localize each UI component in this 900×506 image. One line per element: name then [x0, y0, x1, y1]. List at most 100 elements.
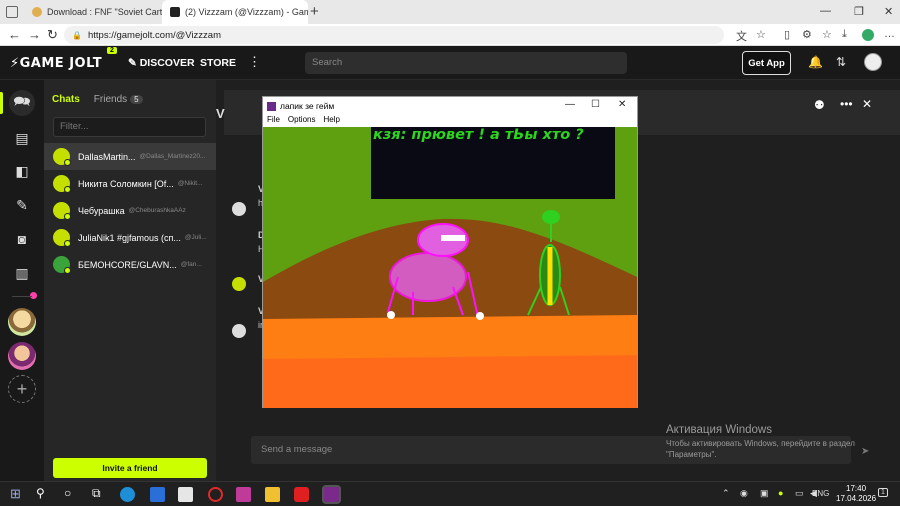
tab-actions-icon[interactable]	[6, 6, 18, 18]
notification-bell-icon[interactable]: 🔔	[808, 55, 823, 69]
community-avatar-1[interactable]	[8, 308, 36, 336]
menu-help[interactable]: Help	[323, 115, 339, 127]
chat-title-fragment: V	[216, 106, 225, 121]
url-input[interactable]: 🔒 https://gamejolt.com/@Vizzzam	[64, 26, 724, 44]
chat-list: DallasMartin... @Dallas_Martinez20... Ни…	[44, 143, 216, 278]
tray-chevron-icon[interactable]: ⌃	[722, 488, 730, 499]
refresh-icon[interactable]: ↻	[47, 27, 58, 43]
tray-app-icon[interactable]: ▣	[760, 488, 769, 499]
chat-list-item[interactable]: Никита Соломкин [Of... @Nikit...	[44, 170, 216, 197]
game-menu-bar: File Options Help	[263, 115, 637, 127]
game-canvas[interactable]: кзя: прювет ! а тЬы хто ?	[263, 127, 637, 408]
activity-icon[interactable]: ⇅	[836, 55, 846, 69]
chat-handle: @Nikit...	[177, 180, 203, 187]
file-explorer-icon[interactable]	[265, 487, 280, 502]
profile-avatar-icon[interactable]	[862, 29, 874, 41]
get-app-button[interactable]: Get App	[742, 51, 791, 75]
chat-tabs: Chats Friends 5	[52, 94, 143, 105]
browser-menu-icon[interactable]: …	[884, 28, 895, 40]
tab-chats[interactable]: Chats	[52, 94, 80, 105]
library-icon[interactable]: ▥	[9, 260, 35, 286]
chat-name: БЕМОНCORE/GLAVN...	[78, 259, 177, 270]
minimize-icon[interactable]: —	[565, 99, 575, 110]
language-indicator[interactable]: ENG	[812, 489, 829, 498]
youtube-icon[interactable]	[294, 487, 309, 502]
winrar-icon[interactable]	[236, 487, 251, 502]
rail-divider	[12, 296, 32, 297]
translate-icon[interactable]: 文	[736, 28, 747, 44]
browser-tab-download[interactable]: Download : FNF "Soviet Cartoons" ✕	[24, 0, 162, 24]
activation-title: Активация Windows	[666, 424, 772, 436]
tab-friends[interactable]: Friends 5	[94, 94, 143, 105]
system-clock[interactable]: 17:40 17.04.2026	[836, 484, 876, 504]
more-vertical-icon[interactable]: ⋮	[248, 54, 261, 70]
chat-name: Чебурашка	[78, 205, 125, 216]
nav-store[interactable]: STORE	[200, 57, 236, 69]
address-bar-row: ← → ↻ 🔒 https://gamejolt.com/@Vizzzam 文 …	[0, 24, 900, 46]
community-avatar-2[interactable]	[8, 342, 36, 370]
chat-list-item[interactable]: JuliaNik1 #gjfamous (сп... @Juli...	[44, 224, 216, 251]
game-app-taskbar-icon[interactable]	[322, 485, 341, 504]
network-icon[interactable]: ▭	[795, 488, 804, 499]
browser-tab-gamejolt[interactable]: (2) Vizzzam (@Vizzzam) - Game Jo ✕	[162, 0, 308, 24]
restore-icon[interactable]: ❐	[854, 5, 864, 18]
notification-count: 1	[881, 489, 885, 496]
tab-title: Download : FNF "Soviet Cartoons"	[47, 7, 162, 17]
store-app-icon[interactable]	[178, 487, 193, 502]
extensions-icon[interactable]: ⚙	[802, 28, 812, 41]
creator-icon[interactable]: ◙	[9, 226, 35, 252]
menu-file[interactable]: File	[267, 115, 280, 127]
favorite-star-icon[interactable]: ☆	[756, 28, 766, 41]
gamejolt-logo[interactable]: ⚡GAME JOLT	[10, 56, 102, 71]
opera-icon[interactable]	[208, 487, 223, 502]
game-window-title: лапик зе гейм	[280, 101, 335, 111]
close-window-icon[interactable]: ✕	[884, 5, 893, 18]
nav-discover[interactable]: ✎ DISCOVER	[128, 57, 195, 69]
task-view-icon[interactable]: ⧉	[92, 486, 101, 501]
avatar	[53, 148, 71, 166]
logo-badge: 2	[107, 47, 117, 54]
invite-friend-button[interactable]: Invite a friend	[53, 458, 207, 478]
search-input[interactable]: Search	[305, 52, 627, 74]
quests-icon[interactable]: ✎	[9, 192, 35, 218]
backpack-icon[interactable]: ◧	[9, 158, 35, 184]
cortana-icon[interactable]: ○	[64, 486, 71, 500]
edge-icon[interactable]	[120, 487, 135, 502]
split-screen-icon[interactable]: ▯	[784, 28, 790, 41]
menu-options[interactable]: Options	[288, 115, 316, 127]
search-icon[interactable]: ⚲	[36, 486, 45, 500]
store-icon[interactable]: ▤	[9, 125, 35, 151]
add-member-icon[interactable]: ⚉	[814, 98, 825, 112]
chat-filter-input[interactable]: Filter...	[53, 117, 206, 137]
chat-icon[interactable]: 🗪	[9, 90, 35, 116]
chat-handle: @Dallas_Martinez20...	[139, 153, 206, 160]
tray-app-icon[interactable]: ◉	[740, 488, 748, 499]
collections-icon[interactable]: ☆	[822, 28, 832, 41]
close-chat-icon[interactable]: ✕	[862, 97, 872, 111]
game-window[interactable]: лапик зе гейм — ☐ ✕ File Options Help кз…	[262, 96, 638, 408]
minimize-icon[interactable]: —	[820, 5, 831, 17]
forward-icon[interactable]: →	[28, 27, 41, 42]
mail-icon[interactable]	[150, 487, 165, 502]
add-community-icon[interactable]: +	[8, 375, 36, 403]
notification-center-icon[interactable]: 1	[878, 488, 888, 497]
avatar	[53, 202, 71, 220]
downloads-icon[interactable]: ⤓	[842, 28, 847, 41]
logo-text: GAME JOLT	[19, 56, 103, 71]
chats-panel: Chats Friends 5 Filter... DallasMartin...…	[44, 80, 216, 481]
tab-friends-label: Friends	[93, 94, 128, 105]
chat-list-item[interactable]: Чебурашка @CheburashkaAAz	[44, 197, 216, 224]
tray-app-icon[interactable]: ●	[778, 488, 783, 498]
language-text: ENG	[812, 489, 830, 498]
game-window-titlebar[interactable]: лапик зе гейм — ☐ ✕	[263, 97, 637, 115]
back-icon[interactable]: ←	[8, 27, 21, 42]
user-avatar[interactable]	[864, 53, 882, 71]
more-options-icon[interactable]: •••	[840, 97, 853, 111]
windows-start-icon[interactable]: ⊞	[10, 486, 21, 502]
close-icon[interactable]: ✕	[618, 99, 626, 110]
new-tab-icon[interactable]: +	[310, 3, 319, 20]
chat-list-item[interactable]: БЕМОНCORE/GLAVN... @fan...	[44, 251, 216, 278]
game-app-icon	[267, 101, 276, 111]
chat-list-item[interactable]: DallasMartin... @Dallas_Martinez20...	[44, 143, 216, 170]
maximize-icon[interactable]: ☐	[591, 99, 600, 110]
